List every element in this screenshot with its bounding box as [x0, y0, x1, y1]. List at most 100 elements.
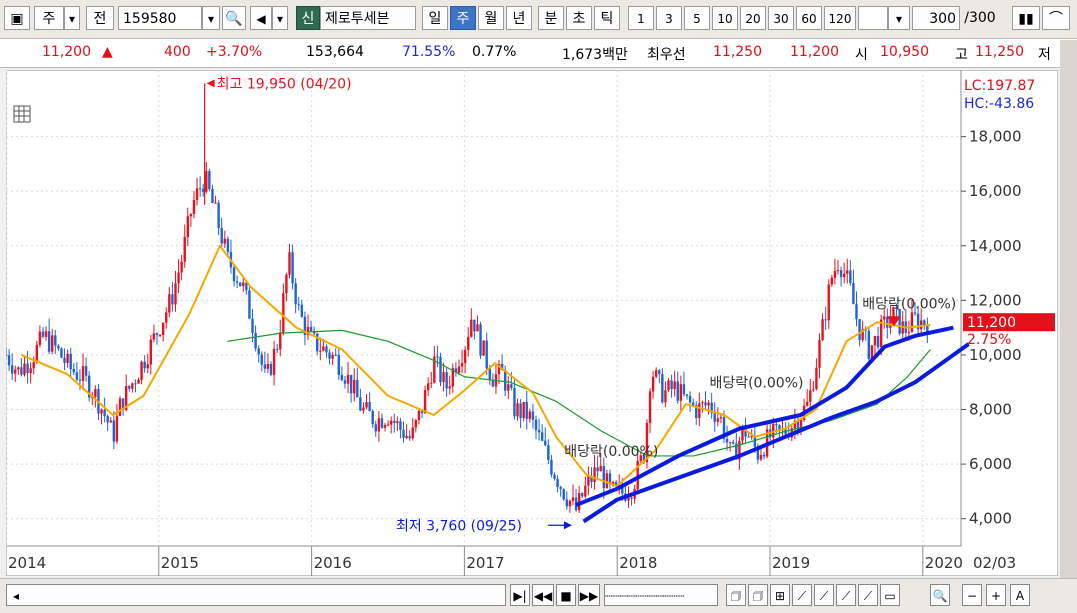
candle-body-down — [855, 304, 858, 320]
candle-body-down — [439, 356, 442, 382]
candle-body-down — [886, 316, 889, 328]
candle-body-down — [658, 370, 661, 374]
interval-20[interactable]: 20 — [740, 6, 766, 30]
forward-button[interactable]: ▶▶ — [578, 584, 600, 606]
candle-body-down — [134, 383, 137, 385]
candle-body-down — [531, 411, 535, 420]
candle-icon[interactable]: ▮▮ — [1012, 6, 1040, 30]
interval-1[interactable]: 1 — [628, 6, 654, 30]
line-icon[interactable]: ⌒ — [1042, 6, 1070, 30]
candle-body-down — [374, 424, 377, 432]
candle-body-up — [648, 391, 652, 423]
candle-body-down — [78, 379, 82, 381]
candle-body-down — [630, 497, 633, 499]
play-end-button[interactable]: ▶| — [510, 584, 530, 606]
tab-minute[interactable]: 분 — [538, 6, 564, 30]
window-icon[interactable]: ▣ — [4, 6, 30, 30]
candle-body-down — [399, 421, 402, 430]
interval-30[interactable]: 30 — [768, 6, 794, 30]
speaker-dropdown-icon[interactable]: ▾ — [272, 6, 288, 30]
candle-body-up — [32, 362, 35, 369]
search-icon[interactable]: 🔍 — [222, 6, 246, 30]
candle-body-up — [457, 366, 461, 373]
drawing-icon[interactable]: ⟋ — [858, 584, 878, 606]
candle-body-down — [368, 402, 371, 412]
zoom-in-button[interactable]: + — [986, 584, 1006, 606]
candle-body-up — [919, 320, 923, 330]
code-dropdown-icon[interactable]: ▾ — [202, 6, 220, 30]
speaker-icon[interactable]: ◀ — [250, 6, 272, 30]
interval-3[interactable]: 3 — [656, 6, 682, 30]
magnify-icon[interactable]: 🔍 — [930, 584, 950, 606]
interval-120[interactable]: 120 — [824, 6, 856, 30]
candle-body-up — [522, 401, 525, 418]
candle-body-up — [149, 339, 153, 365]
interval-custom-input[interactable] — [858, 6, 888, 30]
table-icon[interactable] — [13, 105, 31, 123]
type-select[interactable]: 주 — [34, 6, 64, 30]
candle-body-down — [41, 331, 45, 337]
plot-area — [5, 69, 962, 547]
y-tick-label: 18,000 — [969, 128, 1022, 146]
shape-icon[interactable]: ▭ — [880, 584, 900, 606]
candle-body-down — [269, 364, 273, 375]
candle-body-down — [371, 411, 374, 425]
count-input[interactable]: 300 — [912, 6, 960, 30]
tab-year[interactable]: 년 — [506, 6, 532, 30]
bottom-toolbar: ◂ ▶| ◀◀ ■ ▶▶ ┈┈┈┈┈┈┈┈┈┈┈ 🗇 🗇 ⊞ ⟋ ⟋ ⟋ ⟋ ▭… — [0, 578, 1077, 613]
candle-body-up — [383, 425, 387, 428]
rewind-button[interactable]: ◀◀ — [532, 584, 554, 606]
open-price: 10,950 — [880, 44, 929, 60]
candle-body-up — [414, 420, 418, 428]
toolbar: ▣ 주 ▾ 전 159580 ▾ 🔍 ◀ ▾ 신 제로투세븐 일 주 월 년 분… — [0, 0, 1077, 39]
channel-icon[interactable]: ⟋ — [814, 584, 834, 606]
trade-amount: 1,673백만 — [562, 47, 628, 63]
candle-body-up — [158, 335, 162, 337]
text-tool-button[interactable]: A — [1010, 584, 1030, 606]
grid-toggle-icon[interactable]: ⊞ — [770, 584, 790, 606]
interval-dropdown-icon[interactable]: ▾ — [888, 6, 910, 30]
candle-body-down — [171, 294, 174, 305]
candle-body-down — [208, 171, 211, 190]
right-scroll-strip[interactable] — [1060, 40, 1077, 612]
candle-body-down — [602, 466, 606, 489]
code-input[interactable]: 159580 — [118, 6, 202, 30]
stop-button[interactable]: ■ — [556, 584, 576, 606]
interval-10[interactable]: 10 — [712, 6, 738, 30]
tab-day[interactable]: 일 — [422, 6, 448, 30]
candle-body-up — [910, 312, 914, 332]
interval-5[interactable]: 5 — [684, 6, 710, 30]
chart-svg[interactable]: 4,000 6,000 8,000 10,000 12,000 14,000 16,000 1… — [4, 69, 1059, 577]
name-button[interactable]: 전 — [86, 6, 114, 30]
sin-badge[interactable]: 신 — [296, 6, 320, 30]
price-chart[interactable]: 4,000 6,000 8,000 10,000 12,000 14,000 16,000 1… — [4, 69, 1059, 577]
copy-icon[interactable]: 🗇 — [726, 584, 746, 606]
candle-body-up — [707, 402, 710, 406]
candle-body-up — [815, 367, 818, 390]
chevron-down-icon[interactable]: ▾ — [64, 6, 80, 30]
trendline-icon[interactable]: ⟋ — [792, 584, 812, 606]
interval-60[interactable]: 60 — [796, 6, 822, 30]
tab-second[interactable]: 초 — [566, 6, 592, 30]
candle-body-down — [275, 348, 279, 350]
fibonacci-icon[interactable]: ⟋ — [836, 584, 856, 606]
tab-month[interactable]: 월 — [478, 6, 504, 30]
candle-body-up — [584, 485, 587, 497]
candle-body-down — [238, 282, 242, 287]
horizontal-scrollbar[interactable]: ◂ — [6, 584, 506, 606]
candle-body-down — [858, 319, 861, 341]
candle-body-down — [713, 412, 716, 422]
tab-tick[interactable]: 틱 — [594, 6, 620, 30]
candle-body-up — [51, 335, 54, 352]
high-annotation: 최고 19,950 (04/20) — [217, 76, 352, 92]
candle-body-down — [300, 304, 304, 317]
window-copy-icon[interactable]: 🗇 — [748, 584, 768, 606]
candle-body-down — [340, 374, 344, 381]
zoom-out-button[interactable]: − — [962, 584, 982, 606]
candle-body-down — [867, 330, 871, 359]
tab-week[interactable]: 주 — [450, 6, 476, 30]
zoom-slider[interactable]: ┈┈┈┈┈┈┈┈┈┈┈ — [604, 584, 718, 606]
candle-body-up — [846, 270, 849, 274]
candle-body-up — [470, 319, 473, 337]
candle-body-up — [152, 333, 156, 340]
